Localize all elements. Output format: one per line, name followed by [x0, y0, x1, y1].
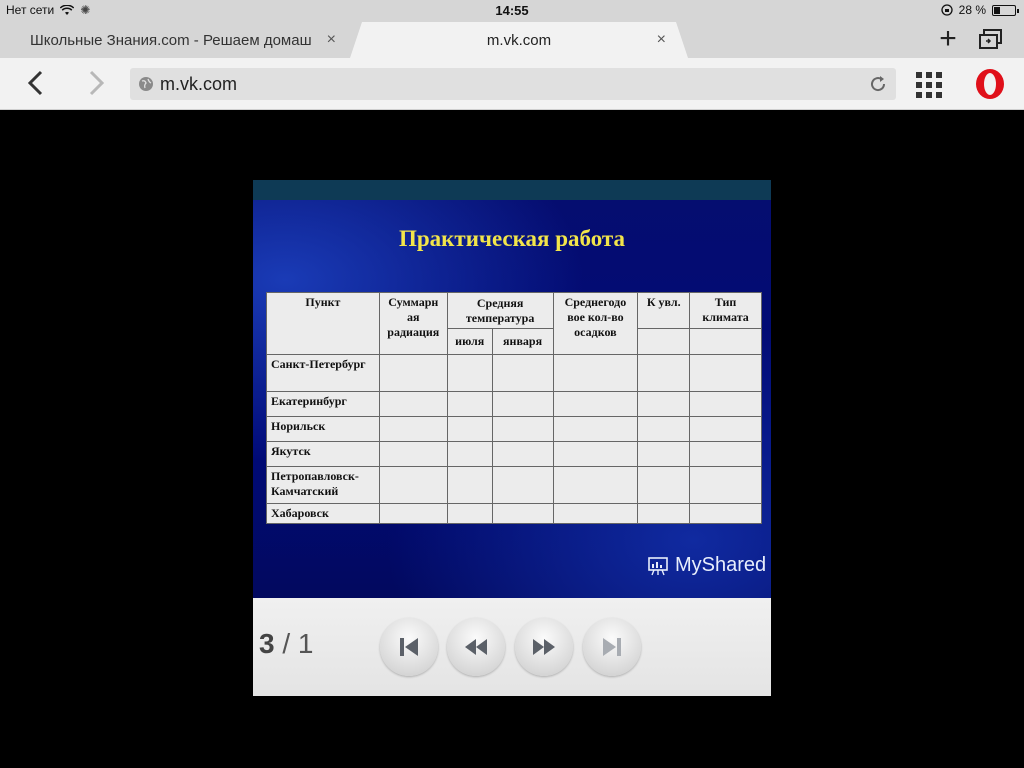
header-avg-temp: Средняя температура: [446, 292, 554, 329]
back-icon[interactable]: [22, 68, 52, 98]
skip-to-end-icon: [603, 638, 621, 656]
previous-slide-button[interactable]: [447, 618, 505, 676]
close-icon[interactable]: ×: [657, 31, 666, 49]
header-k-uvl-blank: [637, 328, 691, 355]
orientation-lock-icon: [940, 4, 953, 16]
header-precip: Среднегодо вое кол-во осадков: [552, 292, 639, 355]
battery-fill: [994, 6, 1000, 14]
tabs-overview-icon[interactable]: [978, 28, 1004, 52]
table-row: Норильск: [266, 416, 762, 442]
city-cell: Норильск: [266, 416, 380, 442]
next-slide-button[interactable]: [515, 618, 573, 676]
page-counter: 3 / 1: [259, 628, 314, 660]
tab-label: m.vk.com: [486, 31, 552, 49]
myshared-logo: MyShared: [647, 554, 766, 577]
address-bar: m.vk.com: [0, 58, 1024, 110]
first-slide-button[interactable]: [380, 618, 438, 676]
tab-vk[interactable]: m.vk.com ×: [350, 22, 688, 58]
total-pages: 1: [297, 628, 314, 659]
table-row: Екатеринбург: [266, 391, 762, 417]
close-icon[interactable]: ×: [327, 31, 336, 49]
header-climate: Тип климата: [689, 292, 762, 329]
header-radiation: Суммарн ая радиация: [378, 292, 448, 355]
tab-bar: Школьные Знания.com - Решаем домаш × m.v…: [0, 22, 1024, 58]
slide-title: Практическая работа: [398, 226, 625, 251]
last-slide-button[interactable]: [583, 618, 641, 676]
logo-text: MyShared: [675, 554, 767, 576]
header-k-uvl: К увл.: [637, 292, 691, 329]
tab-shkolnye-znaniya[interactable]: Школьные Знания.com - Решаем домаш ×: [0, 22, 350, 58]
skip-to-start-icon: [400, 638, 418, 656]
rewind-icon: [465, 639, 487, 655]
city-cell: Петропавловск-Камчатский: [266, 466, 380, 504]
table-row: Хабаровск: [266, 503, 762, 524]
battery-percent: 28 %: [958, 3, 986, 17]
presentation-board-icon: [648, 556, 668, 575]
header-climate-blank: [689, 328, 762, 355]
url-field[interactable]: m.vk.com: [130, 68, 896, 100]
table-row: Якутск: [266, 441, 762, 467]
speed-dial-icon[interactable]: [916, 72, 942, 98]
status-right: 28 %: [940, 3, 1019, 17]
header-january: января: [491, 328, 554, 355]
current-page: 3: [259, 628, 275, 659]
header-point: Пункт: [266, 292, 380, 355]
tab-label: Школьные Знания.com - Решаем домаш: [30, 31, 312, 49]
status-bar: Нет сети ✺ 14:55 28 %: [0, 0, 1024, 22]
table-row: Петропавловск-Камчатский: [266, 466, 762, 504]
city-cell: Якутск: [266, 441, 380, 467]
forward-icon[interactable]: [80, 68, 110, 98]
page-separator: /: [282, 628, 291, 659]
table-row: Санкт-Петербург: [266, 354, 762, 392]
opera-menu-icon[interactable]: [974, 68, 1006, 100]
clock: 14:55: [495, 3, 529, 18]
fast-forward-icon: [533, 639, 555, 655]
battery-icon: [992, 4, 1019, 16]
slide-top-band: [253, 180, 771, 200]
city-cell: Хабаровск: [266, 503, 380, 524]
new-tab-button[interactable]: +: [934, 24, 962, 54]
city-cell: Екатеринбург: [266, 391, 380, 417]
reload-icon[interactable]: [868, 74, 888, 94]
header-july: июля: [446, 328, 493, 355]
slide-player-controls: 3 / 1: [253, 598, 771, 696]
globe-icon: [139, 77, 153, 91]
city-cell: Санкт-Петербург: [266, 354, 380, 392]
climate-table: Пункт Суммарн ая радиация Средняя темпер…: [266, 292, 762, 524]
slide: Практическая работа Пункт Суммарн ая рад…: [253, 180, 771, 598]
url-text: m.vk.com: [160, 74, 238, 94]
